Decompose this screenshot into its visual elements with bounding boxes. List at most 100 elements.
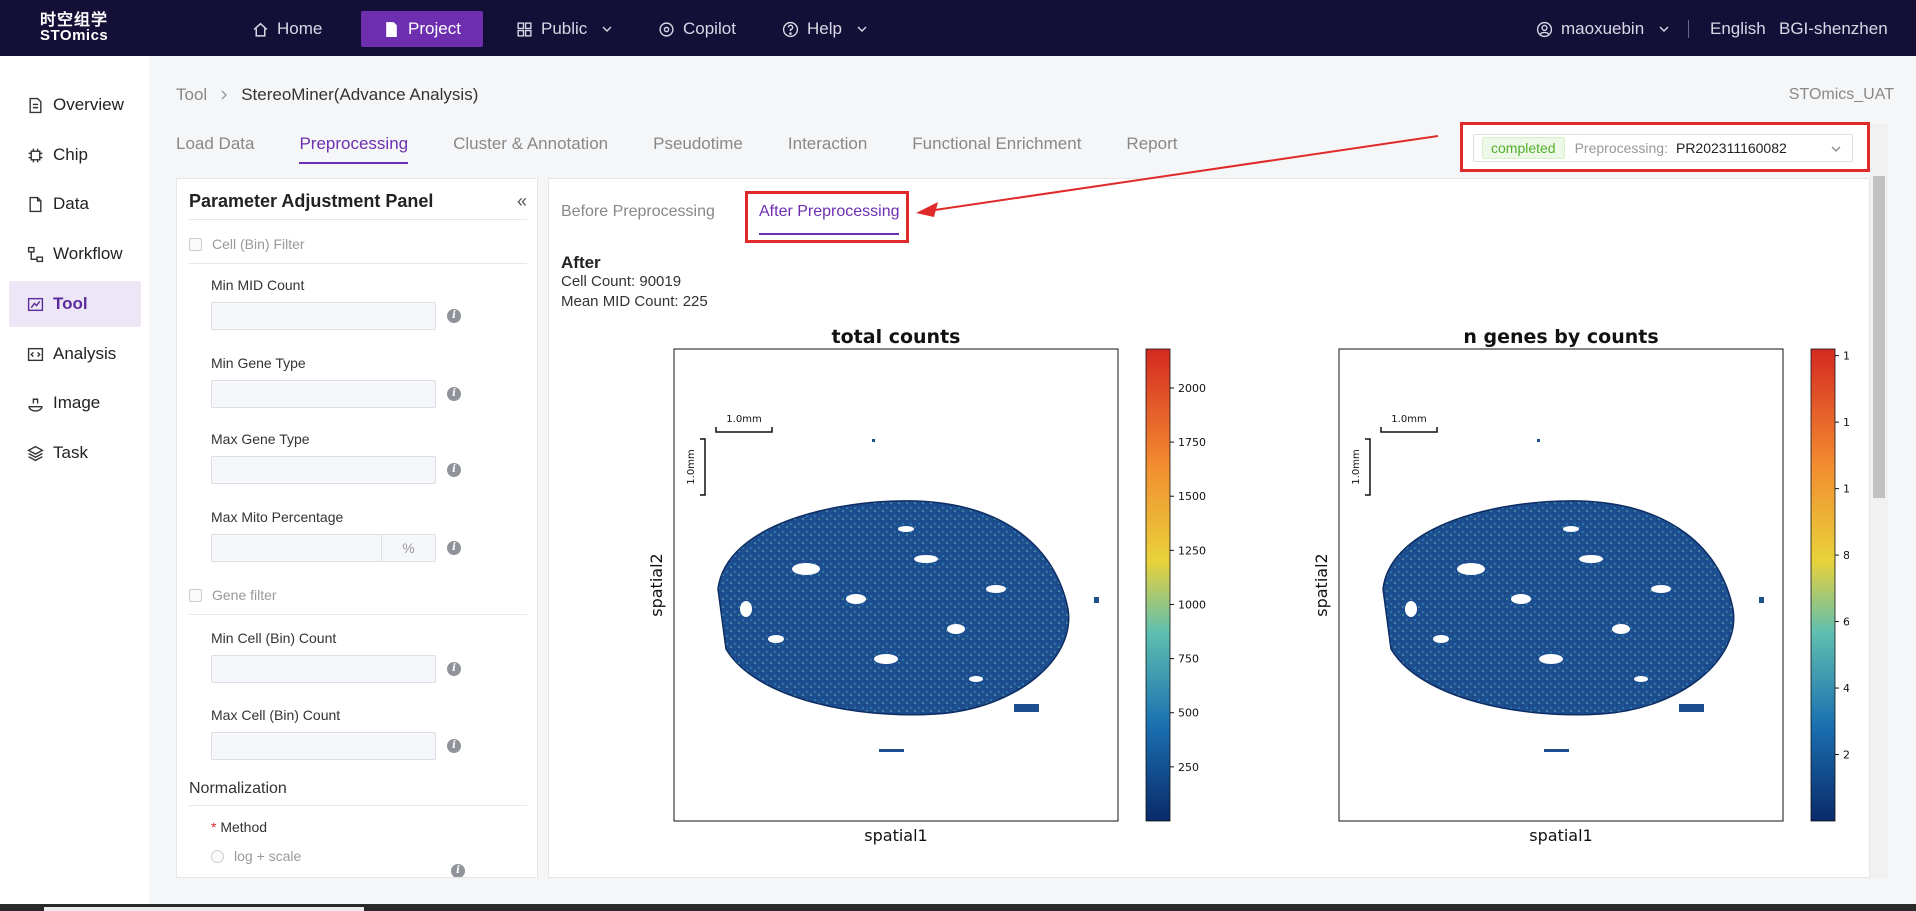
cell-filter-checkbox[interactable]: Cell (Bin) Filter — [189, 236, 305, 252]
min-mid-label: Min MID Count — [211, 277, 305, 293]
tissue-fragment — [879, 749, 904, 752]
nav-help[interactable]: Help — [766, 14, 884, 44]
plot-title: n genes by counts — [1463, 326, 1658, 348]
scrollbar[interactable] — [1870, 124, 1888, 878]
chevron-down-icon — [857, 26, 867, 32]
info-icon[interactable]: i — [447, 387, 461, 401]
colorbar-tick-label: 2000 — [1178, 382, 1206, 395]
percent-suffix: % — [381, 535, 435, 561]
tissue-gap — [1457, 563, 1485, 575]
tissue-fragment — [1537, 439, 1540, 442]
tab-report[interactable]: Report — [1126, 134, 1177, 164]
scalebar-label: 1.0mm — [1391, 414, 1426, 425]
max-gene-label: Max Gene Type — [211, 431, 310, 447]
max-mito-input[interactable]: % — [211, 534, 436, 562]
user-menu[interactable]: maoxuebin — [1536, 14, 1670, 44]
nav-public[interactable]: Public — [500, 14, 629, 44]
tab-cluster-annotation[interactable]: Cluster & Annotation — [453, 134, 608, 164]
sidebar-item-analysis[interactable]: Analysis — [9, 331, 141, 377]
sidebar-item-task[interactable]: Task — [9, 430, 141, 476]
sidebar-item-tool[interactable]: Tool — [9, 281, 141, 327]
info-icon[interactable]: i — [447, 662, 461, 676]
tab-interaction[interactable]: Interaction — [788, 134, 867, 164]
tissue-gap — [1579, 555, 1603, 563]
scalebar-label: 1.0mm — [726, 414, 761, 425]
y-axis-label: spatial2 — [1312, 553, 1331, 616]
tab-load-data[interactable]: Load Data — [176, 134, 254, 164]
language-switch[interactable]: English — [1710, 14, 1766, 44]
tab-pseudotime[interactable]: Pseudotime — [653, 134, 743, 164]
nav-project-label: Project — [408, 19, 461, 38]
divider — [189, 614, 527, 615]
min-mid-input[interactable] — [211, 302, 436, 330]
divider — [189, 263, 527, 264]
plot-total-counts: total counts 1.0mm 1.0mm spatial1 spatial2 25… — [647, 326, 1206, 845]
tissue-gap — [1511, 594, 1531, 604]
tissue-gap — [1634, 676, 1648, 682]
checkbox-icon — [189, 237, 202, 251]
tissue-gap — [846, 594, 866, 604]
preprocessing-select[interactable]: completed Preprocessing: PR202311160082 — [1473, 134, 1853, 162]
nav-copilot[interactable]: Copilot — [642, 14, 752, 44]
x-axis-label: spatial1 — [1529, 826, 1592, 845]
info-icon[interactable]: i — [447, 541, 461, 555]
mean-mid-count: Mean MID Count: 225 — [561, 293, 708, 310]
file-icon — [29, 196, 42, 212]
info-icon[interactable]: i — [447, 309, 461, 323]
info-icon[interactable]: i — [447, 463, 461, 477]
tab-preprocessing[interactable]: Preprocessing — [299, 134, 408, 164]
min-cell-input[interactable] — [211, 655, 436, 683]
tool-icon — [27, 297, 44, 311]
checkbox-label: Cell (Bin) Filter — [212, 236, 305, 252]
sidebar-item-workflow[interactable]: Workflow — [9, 231, 141, 277]
breadcrumb-root[interactable]: Tool — [176, 85, 207, 105]
workflow-icon — [27, 246, 44, 262]
max-cell-input[interactable] — [211, 732, 436, 760]
org-switch[interactable]: BGI-shenzhen — [1779, 14, 1888, 44]
radio-label: log + scale — [234, 848, 302, 864]
info-icon[interactable]: i — [447, 739, 461, 753]
scrollbar-thumb[interactable] — [1873, 176, 1885, 498]
tool-tabs: Load Data Preprocessing Cluster & Annota… — [176, 134, 1177, 164]
document-icon — [29, 97, 42, 113]
tissue-gap — [986, 585, 1006, 593]
scalebar-label: 1.0mm — [686, 449, 697, 484]
sidebar-item-image[interactable]: Image — [9, 380, 141, 426]
sidebar-item-overview[interactable]: Overview — [9, 82, 141, 128]
chevron-down-icon — [1831, 146, 1841, 152]
sidebar-item-label: Analysis — [53, 344, 117, 363]
colorbar-tick-label: 1500 — [1178, 490, 1206, 503]
nav-home[interactable]: Home — [236, 14, 338, 44]
annotation-highlight-box — [745, 191, 909, 243]
result-panel: Before Preprocessing After Preprocessing… — [548, 178, 1870, 878]
max-gene-input[interactable] — [211, 456, 436, 484]
normalization-title: Normalization — [189, 780, 287, 797]
sidebar-item-chip[interactable]: Chip — [9, 132, 141, 178]
min-gene-input[interactable] — [211, 380, 436, 408]
tissue-gap — [1539, 654, 1563, 664]
chevron-down-icon — [602, 26, 612, 32]
tissue-fragment — [1014, 704, 1039, 712]
layers-icon — [27, 445, 44, 461]
sidebar-item-data[interactable]: Data — [9, 181, 141, 227]
colorbar-tick-label: 800 — [1843, 549, 1849, 562]
tissue-gap — [740, 601, 752, 617]
nav-project[interactable]: Project — [361, 11, 483, 47]
info-icon[interactable]: i — [451, 864, 465, 877]
colorbar-tick-label: 500 — [1178, 707, 1199, 720]
gene-filter-checkbox[interactable]: Gene filter — [189, 587, 277, 603]
tab-functional-enrichment[interactable]: Functional Enrichment — [912, 134, 1081, 164]
breadcrumb: Tool StereoMiner(Advance Analysis) — [176, 85, 478, 105]
collapse-icon[interactable]: « — [517, 191, 527, 212]
colorbar-tick-label: 1000 — [1843, 483, 1849, 496]
logo[interactable]: 时空组学 STOmics — [40, 12, 112, 44]
logo-cn: 时空组学 — [40, 12, 109, 29]
panel-title: Parameter Adjustment Panel — [189, 191, 434, 211]
nav-copilot-label: Copilot — [683, 19, 736, 38]
help-icon — [782, 21, 799, 37]
sidebar-item-label: Workflow — [53, 244, 123, 263]
status-badge: completed — [1482, 137, 1565, 159]
method-radio-log-scale[interactable]: log + scale — [211, 848, 301, 864]
subtab-before-preprocessing[interactable]: Before Preprocessing — [561, 203, 715, 221]
tissue-fragment — [1544, 749, 1569, 752]
